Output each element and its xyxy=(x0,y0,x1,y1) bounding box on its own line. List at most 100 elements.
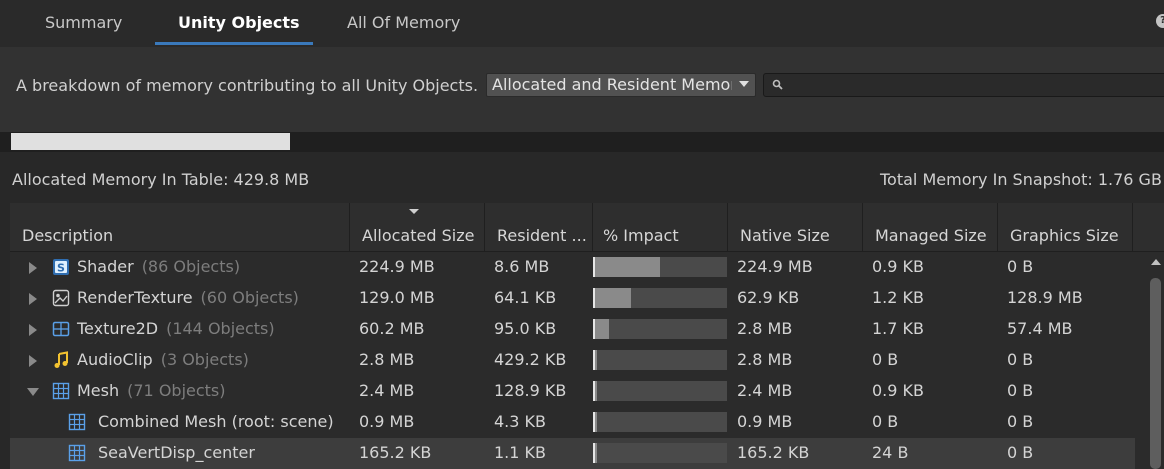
row-name-cell: Shader (86 Objects) xyxy=(77,257,240,276)
table-row[interactable]: Combined Mesh (root: scene) 0.9 MB 4.3 KB 0… xyxy=(10,407,1135,438)
tab-summary[interactable]: Summary xyxy=(45,0,122,47)
impact-bar xyxy=(593,257,727,277)
scrollbar-thumb[interactable] xyxy=(1150,278,1161,469)
table-header: Description Allocated Size Resident ... … xyxy=(10,203,1164,252)
table-row[interactable]: Texture2D (144 Objects) 60.2 MB 95.0 KB 2.8 … xyxy=(10,314,1135,345)
allocated-size-cell: 165.2 KB xyxy=(359,443,432,462)
native-size-cell: 2.4 MB xyxy=(737,381,793,400)
table-row[interactable]: S Shader (86 Objects) 224.9 MB 8.6 MB 224.9 M… xyxy=(10,252,1135,283)
graphics-size-cell: 0 B xyxy=(1007,443,1034,462)
table-row[interactable]: AudioClip (3 Objects) 2.8 MB 429.2 KB 2.8 MB… xyxy=(10,345,1135,376)
memory-mode-dropdown[interactable]: Allocated and Resident Memor xyxy=(486,73,756,97)
column-label: Graphics Size xyxy=(1010,226,1119,245)
graphics-size-cell: 0 B xyxy=(1007,257,1034,276)
view-description: A breakdown of memory contributing to al… xyxy=(16,76,479,95)
impact-bar xyxy=(593,381,727,401)
native-size-cell: 165.2 KB xyxy=(737,443,810,462)
vertical-scrollbar[interactable] xyxy=(1147,254,1164,469)
row-name-cell: SeaVertDisp_center xyxy=(98,443,255,462)
impact-bar xyxy=(593,319,727,339)
row-object-count: (60 Objects) xyxy=(200,288,299,307)
resident-size-cell: 4.3 KB xyxy=(494,412,546,431)
column-header-graphics-size[interactable]: Graphics Size xyxy=(998,203,1133,251)
native-size-cell: 2.8 MB xyxy=(737,350,793,369)
row-name-cell: Texture2D (144 Objects) xyxy=(77,319,275,338)
managed-size-cell: 0 B xyxy=(872,412,899,431)
row-name-cell: AudioClip (3 Objects) xyxy=(77,350,249,369)
row-object-count: (86 Objects) xyxy=(141,257,241,276)
impact-bar xyxy=(593,412,727,432)
table-row[interactable]: RenderTexture (60 Objects) 129.0 MB 64.1 KB… xyxy=(10,283,1135,314)
graphics-size-cell: 57.4 MB xyxy=(1007,319,1073,338)
impact-bar-edge xyxy=(593,257,595,277)
impact-bar-fill xyxy=(593,319,609,339)
search-box[interactable] xyxy=(763,73,1164,97)
column-header-impact[interactable]: % Impact xyxy=(593,203,728,251)
svg-text:S: S xyxy=(57,262,65,275)
table-row[interactable]: SeaVertDisp_center 165.2 KB 1.1 KB 165.2 KB… xyxy=(10,438,1135,469)
row-name: Combined Mesh (root: scene) xyxy=(98,412,334,431)
impact-bar-fill xyxy=(593,257,660,277)
resident-size-cell: 95.0 KB xyxy=(494,319,557,338)
resident-size-cell: 429.2 KB xyxy=(494,350,567,369)
tab-bar: Summary Unity Objects All Of Memory ? xyxy=(0,0,1164,47)
row-object-count: (71 Objects) xyxy=(127,381,226,400)
column-header-managed-size[interactable]: Managed Size xyxy=(863,203,998,251)
audio-clip-icon xyxy=(52,351,70,369)
column-label: Description xyxy=(22,226,114,245)
row-name: RenderTexture xyxy=(77,288,193,307)
allocated-size-cell: 0.9 MB xyxy=(359,412,415,431)
impact-bar-fill xyxy=(593,288,631,308)
collapse-arrow-icon[interactable] xyxy=(27,388,39,396)
memory-mode-value: Allocated and Resident Memor xyxy=(492,75,732,94)
row-name-cell: Combined Mesh (root: scene) xyxy=(98,412,334,431)
allocated-memory-label: Allocated Memory In Table: 429.8 MB xyxy=(12,170,310,189)
expand-arrow-icon[interactable] xyxy=(29,355,37,367)
total-memory-label: Total Memory In Snapshot: 1.76 GB xyxy=(880,170,1162,189)
column-label: Allocated Size xyxy=(362,226,475,245)
native-size-cell: 224.9 MB xyxy=(737,257,813,276)
dropdown-arrow-icon xyxy=(739,81,749,87)
resident-size-cell: 64.1 KB xyxy=(494,288,557,307)
row-name: Texture2D xyxy=(77,319,159,338)
managed-size-cell: 24 B xyxy=(872,443,909,462)
column-label: % Impact xyxy=(603,226,679,245)
mesh-icon xyxy=(52,382,70,400)
texture2d-icon xyxy=(52,320,70,338)
memory-usage-bar xyxy=(0,132,1164,152)
objects-table: Description Allocated Size Resident ... … xyxy=(10,203,1164,469)
impact-bar-edge xyxy=(593,412,595,432)
expand-arrow-icon[interactable] xyxy=(29,293,37,305)
resident-size-cell: 1.1 KB xyxy=(494,443,546,462)
native-size-cell: 2.8 MB xyxy=(737,319,793,338)
tab-all-of-memory[interactable]: All Of Memory xyxy=(347,0,460,47)
impact-bar-edge xyxy=(593,350,595,370)
column-header-allocated-size[interactable]: Allocated Size xyxy=(350,203,485,251)
table-row[interactable]: Mesh (71 Objects) 2.4 MB 128.9 KB 2.4 MB 0.9 … xyxy=(10,376,1135,407)
managed-size-cell: 1.7 KB xyxy=(872,319,924,338)
row-name: SeaVertDisp_center xyxy=(98,443,255,462)
managed-size-cell: 0.9 KB xyxy=(872,257,924,276)
column-header-native-size[interactable]: Native Size xyxy=(728,203,863,251)
graphics-size-cell: 0 B xyxy=(1007,350,1034,369)
graphics-size-cell: 0 B xyxy=(1007,412,1034,431)
column-header-description[interactable]: Description xyxy=(10,203,350,251)
mesh-icon xyxy=(68,413,86,431)
active-tab-indicator xyxy=(155,42,313,45)
expand-arrow-icon[interactable] xyxy=(29,262,37,274)
native-size-cell: 0.9 MB xyxy=(737,412,793,431)
row-object-count: (3 Objects) xyxy=(160,350,249,369)
expand-arrow-icon[interactable] xyxy=(29,324,37,336)
scroll-up-icon[interactable] xyxy=(1151,259,1161,265)
column-header-resident-size[interactable]: Resident ... xyxy=(485,203,593,251)
help-icon[interactable]: ? xyxy=(1156,14,1164,28)
managed-size-cell: 1.2 KB xyxy=(872,288,924,307)
native-size-cell: 62.9 KB xyxy=(737,288,800,307)
search-icon xyxy=(772,79,783,90)
managed-size-cell: 0 B xyxy=(872,350,899,369)
tab-unity-objects[interactable]: Unity Objects xyxy=(178,0,300,47)
memory-usage-bar-fill xyxy=(11,133,290,150)
allocated-size-cell: 224.9 MB xyxy=(359,257,435,276)
graphics-size-cell: 0 B xyxy=(1007,381,1034,400)
search-input[interactable] xyxy=(788,75,1162,97)
